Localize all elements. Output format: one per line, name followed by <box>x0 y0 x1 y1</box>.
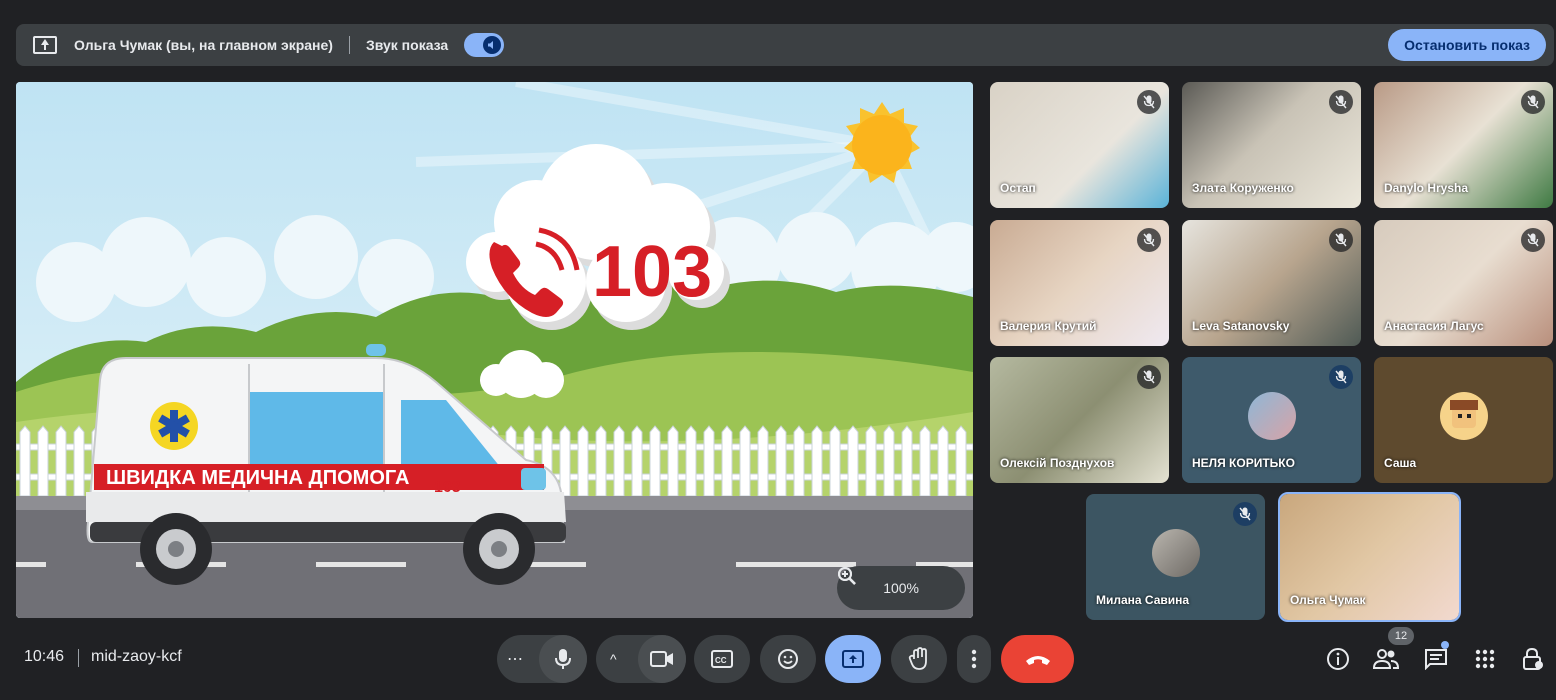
chevron-up-icon[interactable]: ^ <box>610 651 617 667</box>
stop-presenting-button[interactable]: Остановить показ <box>1388 29 1546 61</box>
reactions-button[interactable] <box>760 635 816 683</box>
participants-count-badge: 12 <box>1388 627 1414 645</box>
presentation-stage: 103 ШВИДКА МЕДИЧНА ДПОМОГА 103 100% <box>16 82 973 618</box>
camera-button[interactable] <box>638 635 686 683</box>
info-icon <box>1327 648 1349 670</box>
captions-icon: CC <box>711 650 733 668</box>
participant-tile[interactable]: Danylo Hrysha <box>1374 82 1553 208</box>
microphone-control: ⋯ <box>497 635 587 683</box>
zoom-in-icon[interactable] <box>838 567 957 602</box>
activities-button[interactable] <box>1472 646 1498 672</box>
participant-tile[interactable]: Милана Савина <box>1086 494 1265 620</box>
mic-off-icon <box>1329 365 1353 389</box>
mic-off-icon <box>1521 228 1545 252</box>
present-audio-toggle[interactable] <box>464 33 505 57</box>
leave-call-button[interactable] <box>1001 635 1074 683</box>
audio-options-icon[interactable]: ⋯ <box>507 649 523 669</box>
avatar <box>1439 392 1488 440</box>
lock-person-icon <box>1523 647 1543 670</box>
participant-name: Валерия Крутий <box>1000 319 1097 333</box>
microphone-icon <box>555 649 571 669</box>
participant-name: Милана Савина <box>1096 593 1190 607</box>
participant-tile[interactable]: НЕЛЯ КОРИТЬКО <box>1182 357 1361 483</box>
new-message-dot <box>1441 641 1449 649</box>
people-button[interactable] <box>1373 646 1399 672</box>
presenter-title: Ольга Чумак (вы, на главном экране) <box>74 37 333 53</box>
participant-tile-self[interactable]: Ольга Чумак <box>1278 492 1461 622</box>
participant-tile[interactable]: Валерия Крутий <box>990 220 1169 346</box>
more-options-button[interactable] <box>957 635 991 683</box>
mic-off-icon <box>1233 502 1257 526</box>
hand-icon <box>908 647 927 670</box>
participant-tile[interactable]: Олексій Позднухов <box>990 357 1169 483</box>
svg-text:CC: CC <box>715 656 727 665</box>
zoom-controls: 100% <box>837 566 965 610</box>
host-controls-button[interactable] <box>1520 646 1546 672</box>
camera-icon <box>650 651 673 667</box>
participant-name: Злата Коруженко <box>1192 181 1294 195</box>
ambulance-number: 103 <box>434 479 461 496</box>
mic-off-icon <box>1329 228 1353 252</box>
mic-off-icon <box>1329 90 1353 114</box>
mic-off-icon <box>1137 365 1161 389</box>
ambulance-text: ШВИДКА МЕДИЧНА ДПОМОГА <box>106 467 409 489</box>
participant-name: Danylo Hrysha <box>1384 181 1469 195</box>
participant-tile[interactable]: Остап <box>990 82 1169 208</box>
present-button[interactable] <box>825 635 881 683</box>
participant-name: Leva Satanovsky <box>1192 319 1290 333</box>
presenting-bar: Ольга Чумак (вы, на главном экране) Звук… <box>16 24 1554 66</box>
participant-tile[interactable]: Злата Коруженко <box>1182 82 1361 208</box>
participant-name: Олексій Позднухов <box>1000 456 1115 470</box>
volume-icon <box>483 36 502 54</box>
divider <box>78 649 79 667</box>
zoom-level: 100% <box>883 580 919 596</box>
avatar <box>1151 529 1200 577</box>
participant-name: Остап <box>1000 181 1036 195</box>
chat-icon <box>1425 649 1447 670</box>
present-screen-icon <box>842 650 864 668</box>
mic-off-icon <box>1137 228 1161 252</box>
emoji-icon <box>778 649 798 669</box>
meeting-code: mid-zaoy-kcf <box>91 648 182 665</box>
present-screen-icon <box>33 36 57 54</box>
microphone-button[interactable] <box>539 635 587 683</box>
people-icon <box>1373 649 1399 669</box>
avatar <box>1247 392 1296 440</box>
participant-tile[interactable]: Анастасия Лагус <box>1374 220 1553 346</box>
camera-control: ^ <box>596 635 686 683</box>
mic-off-icon <box>1137 90 1161 114</box>
mic-off-icon <box>1521 90 1545 114</box>
participant-tile[interactable]: Leva Satanovsky <box>1182 220 1361 346</box>
captions-button[interactable]: CC <box>694 635 750 683</box>
end-call-icon <box>1025 656 1050 665</box>
present-audio-label: Звук показа <box>365 37 449 53</box>
participant-name: Анастасия Лагус <box>1384 319 1484 333</box>
participant-name: Саша <box>1384 456 1417 470</box>
phone-number-text: 103 <box>592 232 712 312</box>
participant-name: НЕЛЯ КОРИТЬКО <box>1192 456 1295 470</box>
more-vert-icon <box>971 649 977 669</box>
meeting-time: 10:46 <box>24 648 65 665</box>
apps-grid-icon <box>1475 649 1495 669</box>
chat-button[interactable] <box>1423 646 1449 672</box>
participant-tile[interactable]: Саша <box>1374 357 1553 483</box>
participant-name: Ольга Чумак <box>1290 593 1366 607</box>
meeting-info-button[interactable] <box>1325 646 1351 672</box>
slide-illustration: 103 ШВИДКА МЕДИЧНА ДПОМОГА 103 <box>16 82 973 618</box>
divider <box>348 36 350 54</box>
raise-hand-button[interactable] <box>891 635 947 683</box>
